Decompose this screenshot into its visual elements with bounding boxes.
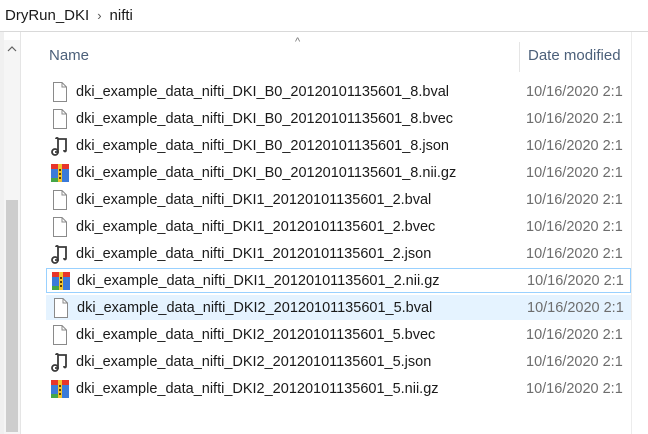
file-name: dki_example_data_nifti_DKI1_201201011356… (76, 218, 436, 235)
file-name: dki_example_data_nifti_DKI_B0_2012010113… (76, 110, 454, 127)
file-name: dki_example_data_nifti_DKI1_201201011356… (76, 245, 432, 262)
file-row[interactable]: dki_example_data_nifti_DKI2_201201011356… (46, 376, 631, 401)
file-date-modified: 10/16/2020 2:1 (526, 218, 623, 235)
archive-file-icon (50, 270, 72, 292)
file-name: dki_example_data_nifti_DKI_B0_2012010113… (76, 164, 457, 181)
json-file-icon (49, 351, 71, 373)
archive-file-icon (49, 378, 71, 400)
breadcrumb: DryRun_DKI › nifti (0, 0, 648, 32)
column-resize-handle[interactable] (519, 42, 520, 72)
breadcrumb-item-dryrun-dki[interactable]: DryRun_DKI (5, 7, 89, 24)
file-row[interactable]: dki_example_data_nifti_DKI2_201201011356… (46, 295, 631, 320)
json-file-icon (49, 243, 71, 265)
breadcrumb-item-nifti[interactable]: nifti (110, 7, 133, 24)
file-date-modified: 10/16/2020 2:1 (526, 137, 623, 154)
file-row[interactable]: dki_example_data_nifti_DKI_B0_2012010113… (46, 133, 631, 158)
sort-ascending-icon: ^ (295, 36, 301, 48)
file-date-modified: 10/16/2020 2:1 (526, 110, 623, 127)
file-row[interactable]: dki_example_data_nifti_DKI2_201201011356… (46, 349, 631, 374)
archive-file-icon (49, 162, 71, 184)
file-name: dki_example_data_nifti_DKI2_201201011356… (76, 353, 432, 370)
file-date-modified: 10/16/2020 2:1 (526, 353, 623, 370)
blank-file-icon (49, 108, 71, 130)
file-row[interactable]: dki_example_data_nifti_DKI2_201201011356… (46, 322, 631, 347)
file-date-modified: 10/16/2020 2:1 (526, 326, 623, 343)
file-row[interactable]: dki_example_data_nifti_DKI_B0_2012010113… (46, 106, 631, 131)
file-row[interactable]: dki_example_data_nifti_DKI1_201201011356… (46, 241, 631, 266)
column-header-name[interactable]: Name (49, 47, 89, 64)
file-date-modified: 10/16/2020 2:1 (526, 191, 623, 208)
chevron-up-icon[interactable] (4, 40, 20, 58)
file-date-modified: 10/16/2020 2:1 (527, 299, 624, 316)
file-name: dki_example_data_nifti_DKI2_201201011356… (76, 326, 436, 343)
blank-file-icon (49, 216, 71, 238)
file-row[interactable]: dki_example_data_nifti_DKI1_201201011356… (46, 268, 631, 293)
file-date-modified: 10/16/2020 2:1 (526, 164, 623, 181)
file-row[interactable]: dki_example_data_nifti_DKI_B0_2012010113… (46, 160, 631, 185)
file-row[interactable]: dki_example_data_nifti_DKI1_201201011356… (46, 214, 631, 239)
breadcrumb-separator-icon[interactable]: › (97, 8, 101, 23)
file-date-modified: 10/16/2020 2:1 (526, 245, 623, 262)
file-date-modified: 10/16/2020 2:1 (526, 380, 623, 397)
blank-file-icon (50, 297, 72, 319)
column-header-row: ^ Name Date modified (21, 32, 631, 76)
blank-file-icon (49, 189, 71, 211)
json-file-icon (49, 135, 71, 157)
file-name: dki_example_data_nifti_DKI1_201201011356… (76, 191, 432, 208)
file-name: dki_example_data_nifti_DKI_B0_2012010113… (76, 137, 449, 154)
column-header-date-modified[interactable]: Date modified (528, 47, 621, 64)
file-name: dki_example_data_nifti_DKI1_201201011356… (77, 272, 440, 289)
file-list: dki_example_data_nifti_DKI_B0_2012010113… (0, 79, 631, 405)
file-row[interactable]: dki_example_data_nifti_DKI1_201201011356… (46, 187, 631, 212)
file-date-modified: 10/16/2020 2:1 (526, 83, 623, 100)
file-row[interactable]: dki_example_data_nifti_DKI_B0_2012010113… (46, 79, 631, 104)
file-name: dki_example_data_nifti_DKI_B0_2012010113… (76, 83, 449, 100)
file-date-modified: 10/16/2020 2:1 (527, 272, 624, 289)
blank-file-icon (49, 324, 71, 346)
file-list-scrollbar[interactable] (631, 32, 648, 434)
file-name: dki_example_data_nifti_DKI2_201201011356… (76, 380, 439, 397)
file-name: dki_example_data_nifti_DKI2_201201011356… (77, 299, 433, 316)
blank-file-icon (49, 81, 71, 103)
